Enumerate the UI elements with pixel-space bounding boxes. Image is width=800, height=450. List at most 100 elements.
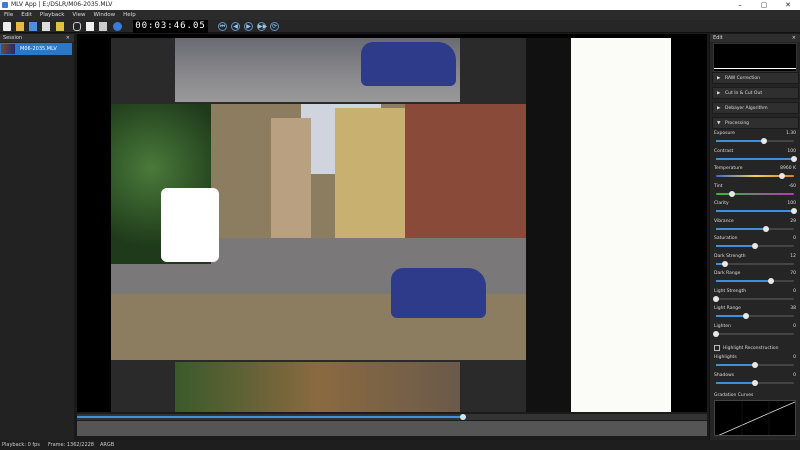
- paste-icon[interactable]: [99, 22, 107, 31]
- param-value[interactable]: 70: [790, 271, 796, 276]
- section-debayer[interactable]: ▶ Debayer Algorithm: [712, 102, 799, 114]
- slider-handle[interactable]: [767, 278, 774, 284]
- step-back-button[interactable]: ◀: [231, 22, 240, 31]
- slider-handle[interactable]: [728, 190, 735, 197]
- section-cut-in-out[interactable]: ▶ Cut In & Cut Out: [712, 87, 799, 99]
- slider-fill: [716, 381, 755, 384]
- param-value[interactable]: 0: [793, 355, 796, 360]
- import-icon[interactable]: [29, 22, 37, 31]
- slider-saturation[interactable]: [716, 243, 794, 249]
- param-label: Shadows: [714, 372, 735, 378]
- slider-lighten[interactable]: [713, 330, 794, 337]
- menu-view[interactable]: View: [68, 10, 89, 20]
- slider-handle[interactable]: [791, 208, 797, 214]
- slider-fill: [716, 315, 746, 317]
- minimize-button[interactable]: –: [728, 0, 752, 10]
- edit-close-button[interactable]: ×: [792, 34, 796, 42]
- open-folder-icon[interactable]: [16, 22, 24, 31]
- close-button[interactable]: ✕: [776, 0, 800, 10]
- param-value[interactable]: 0: [793, 324, 796, 329]
- section-raw-correction[interactable]: ▶ RAW Correction: [712, 72, 799, 84]
- menu-window[interactable]: Window: [89, 10, 119, 20]
- slider-light-strength[interactable]: [713, 295, 794, 302]
- session-clip-item[interactable]: M06-2035.MLV: [0, 43, 72, 55]
- play-button[interactable]: ▶: [244, 22, 253, 31]
- param-value[interactable]: 0: [793, 236, 796, 241]
- slider-clarity[interactable]: [716, 208, 797, 214]
- copy-icon[interactable]: [86, 22, 94, 31]
- edit-header: Edit ×: [710, 34, 800, 42]
- session-close-button[interactable]: ×: [66, 34, 70, 42]
- maximize-button[interactable]: ▢: [752, 0, 776, 10]
- param-value[interactable]: 0: [793, 289, 796, 294]
- param-value[interactable]: 8960 K: [780, 166, 796, 171]
- slider-vibrance[interactable]: [716, 225, 794, 232]
- menu-file[interactable]: File: [0, 10, 17, 20]
- film-light-edge: [571, 38, 671, 412]
- link-icon[interactable]: [73, 22, 81, 31]
- slider-handle[interactable]: [762, 225, 769, 232]
- slider-handle[interactable]: [752, 243, 758, 249]
- seek-handle[interactable]: [459, 414, 466, 420]
- slider-fill: [716, 245, 755, 247]
- param-saturation: Saturation 0: [714, 236, 796, 250]
- slider-highlights[interactable]: [716, 362, 794, 368]
- gradation-curve-editor[interactable]: [714, 400, 796, 436]
- loop-button[interactable]: ⟳: [270, 22, 279, 31]
- seek-progress: [77, 416, 463, 418]
- slider-handle[interactable]: [722, 260, 729, 267]
- toolbar: [0, 20, 800, 33]
- section-processing[interactable]: ▼ Processing: [712, 117, 799, 129]
- slider-dark-strength[interactable]: [716, 260, 794, 267]
- video-viewer[interactable]: [77, 34, 707, 412]
- slider-handle[interactable]: [752, 379, 758, 386]
- menu-help[interactable]: Help: [119, 10, 140, 20]
- slider-fill: [716, 210, 794, 212]
- session-header: Session ×: [0, 34, 74, 42]
- slider-handle[interactable]: [779, 173, 786, 179]
- skip-start-button[interactable]: ⏮: [218, 22, 227, 31]
- sprocket-hole: [161, 188, 219, 262]
- slider-fill: [716, 157, 794, 160]
- param-label: Temperature: [714, 166, 743, 171]
- slider-handle[interactable]: [761, 138, 768, 144]
- param-value[interactable]: 1.30: [786, 131, 796, 136]
- menu-playback[interactable]: Playback: [36, 10, 69, 20]
- param-value[interactable]: 29: [790, 219, 796, 224]
- param-light-strength: Light Strength 0: [713, 289, 796, 303]
- param-value[interactable]: 12: [790, 254, 796, 259]
- step-forward-button[interactable]: ▶▶: [257, 22, 267, 31]
- slider-light-range[interactable]: [716, 313, 794, 319]
- slider-dark-range[interactable]: [716, 278, 794, 284]
- slider-exposure[interactable]: [716, 138, 794, 144]
- param-value[interactable]: 100: [787, 201, 796, 206]
- slider-handle[interactable]: [713, 330, 719, 337]
- slider-contrast[interactable]: [716, 155, 797, 162]
- seek-slider[interactable]: [77, 414, 707, 420]
- export-icon[interactable]: [56, 22, 64, 31]
- param-value[interactable]: 38: [790, 306, 796, 311]
- timeline-strip[interactable]: [77, 421, 707, 436]
- slider-fill: [716, 227, 766, 230]
- status-bar: Playback: 0 fps Frame: 1362/2228 ARGB: [0, 440, 800, 450]
- param-value[interactable]: 0: [793, 373, 796, 378]
- param-label: Dark Range: [714, 271, 741, 276]
- param-label: Exposure: [714, 131, 735, 136]
- slider-tint[interactable]: [716, 190, 794, 197]
- slider-handle[interactable]: [752, 362, 758, 368]
- highlight-reconstruction-checkbox[interactable]: Highlight Reconstruction: [714, 344, 796, 353]
- save-icon[interactable]: [42, 22, 50, 31]
- param-value[interactable]: 100: [787, 149, 796, 154]
- menu-edit[interactable]: Edit: [17, 10, 36, 20]
- info-icon[interactable]: [113, 22, 122, 31]
- slider-handle[interactable]: [791, 155, 797, 162]
- slider-shadows[interactable]: [716, 379, 794, 386]
- param-temperature: Temperature 8960 K: [714, 166, 796, 180]
- title-bar: MLV App | E:/DSLR/M06-2035.MLV – ▢ ✕: [0, 0, 800, 10]
- slider-temperature[interactable]: [716, 173, 794, 179]
- slider-handle[interactable]: [742, 313, 749, 319]
- new-session-icon[interactable]: [3, 22, 11, 31]
- slider-handle[interactable]: [713, 295, 719, 302]
- param-value[interactable]: -60: [789, 184, 796, 189]
- slider-fill: [716, 140, 765, 142]
